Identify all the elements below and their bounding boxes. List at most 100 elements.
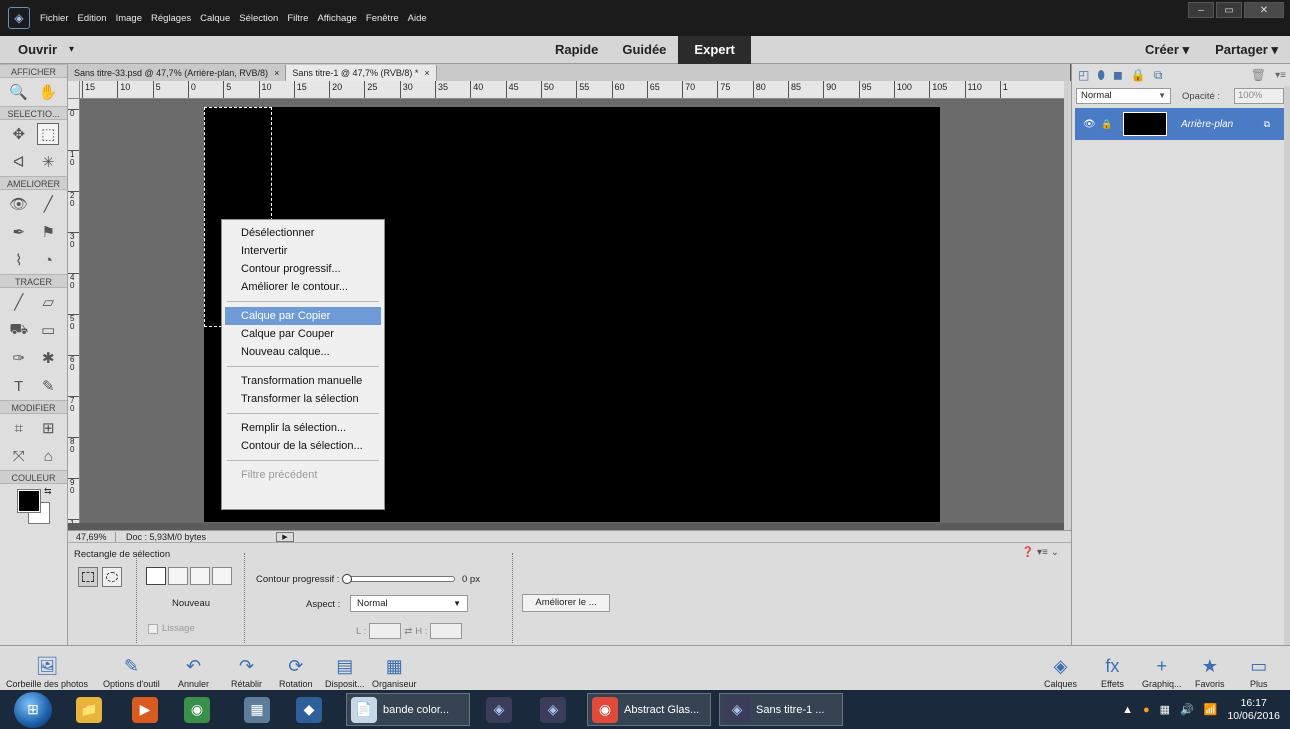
- network-icon[interactable]: ▦: [1160, 703, 1170, 716]
- straighten-tool-icon[interactable]: ⤧: [8, 445, 30, 467]
- layout-button[interactable]: ▤ Disposit...: [325, 646, 365, 691]
- show-hidden-icons-icon[interactable]: ▲: [1122, 704, 1133, 716]
- marquee-tool-icon[interactable]: ⬚: [37, 123, 60, 145]
- taskbar-sans-titre-1[interactable]: ◈ Sans titre-1 ...: [719, 693, 843, 726]
- create-button[interactable]: Créer ▾: [1145, 42, 1189, 58]
- context-menu-item[interactable]: Remplir la sélection...: [225, 419, 381, 437]
- rotate-button[interactable]: ⟳ Rotation: [279, 646, 313, 691]
- tab-rapide[interactable]: Rapide: [543, 36, 610, 64]
- blur-tool-icon[interactable]: ⌇: [8, 249, 30, 271]
- tray-app-icon[interactable]: ●: [1143, 704, 1150, 716]
- tab-expert[interactable]: Expert: [678, 36, 751, 64]
- graphics-button[interactable]: + Graphiq...: [1142, 646, 1182, 691]
- custom-shape-tool-icon[interactable]: ✱: [37, 347, 59, 369]
- smart-brush-tool-icon[interactable]: ✒: [8, 221, 30, 243]
- taskbar-calculator[interactable]: ▦: [244, 693, 276, 726]
- menu-calque[interactable]: Calque: [200, 13, 230, 24]
- layer-row-background[interactable]: 👁 🔒 Arrière-plan ⧉: [1075, 108, 1288, 140]
- close-button[interactable]: ✕: [1244, 2, 1284, 18]
- menu-filtre[interactable]: Filtre: [287, 13, 308, 24]
- menu-aide[interactable]: Aide: [408, 13, 427, 24]
- effects-button[interactable]: fx Effets: [1101, 646, 1124, 691]
- zoom-tool-icon[interactable]: 🔍: [8, 81, 30, 103]
- taskbar-explorer[interactable]: 📁: [76, 693, 108, 726]
- lasso-tool-icon[interactable]: ᐊ: [8, 151, 30, 173]
- close-tab-icon[interactable]: ×: [424, 68, 429, 78]
- height-field[interactable]: [430, 623, 463, 639]
- fill-layer-icon[interactable]: ⬮: [1097, 68, 1105, 83]
- redo-button[interactable]: ↷ Rétablir: [231, 646, 262, 691]
- swap-dimensions-icon[interactable]: ⇄: [404, 626, 412, 637]
- eyedropper-tool-icon[interactable]: ✑: [8, 347, 30, 369]
- taskbar-photoshop-elements-2[interactable]: ◈: [540, 693, 572, 726]
- new-layer-icon[interactable]: ◰: [1078, 68, 1089, 82]
- crop-tool-icon[interactable]: ⌗: [8, 417, 30, 439]
- menu-fenetre[interactable]: Fenêtre: [366, 13, 399, 24]
- context-menu-item[interactable]: Contour de la sélection...: [225, 437, 381, 455]
- photo-bin-button[interactable]: 🖼 Corbeille des photos: [6, 646, 88, 691]
- close-tab-icon[interactable]: ×: [274, 68, 279, 78]
- layer-mask-icon[interactable]: ◼: [1113, 68, 1123, 82]
- smoothing-option[interactable]: Lissage: [148, 623, 195, 634]
- clock[interactable]: 16:17 10/06/2016: [1227, 697, 1280, 723]
- ellipse-marquee-button[interactable]: [102, 567, 122, 587]
- maximize-button[interactable]: ▭: [1216, 2, 1242, 18]
- new-selection-button[interactable]: [146, 567, 166, 585]
- opacity-field[interactable]: 100%: [1234, 88, 1284, 104]
- canvas-vertical-scrollbar[interactable]: [1064, 81, 1071, 533]
- feather-slider-knob[interactable]: [342, 574, 352, 584]
- organizer-button[interactable]: ▦ Organiseur: [372, 646, 417, 691]
- panel-menu-icon[interactable]: ▾≡: [1275, 70, 1286, 81]
- menu-selection[interactable]: Sélection: [239, 13, 278, 24]
- aspect-select[interactable]: Normal ▼: [350, 595, 468, 612]
- volume-icon[interactable]: 🔊: [1180, 703, 1194, 716]
- smoothing-checkbox[interactable]: [148, 623, 158, 634]
- hand-tool-icon[interactable]: ✋: [37, 81, 59, 103]
- share-button[interactable]: Partager ▾: [1215, 42, 1278, 58]
- red-eye-tool-icon[interactable]: 👁: [8, 193, 30, 215]
- trash-icon[interactable]: 🗑: [1251, 68, 1266, 82]
- eye-icon[interactable]: 👁: [1083, 119, 1101, 130]
- move-tool-icon[interactable]: ✥: [8, 123, 30, 145]
- taskbar-media-player[interactable]: ▶: [132, 693, 164, 726]
- menu-affichage[interactable]: Affichage: [317, 13, 356, 24]
- minimize-button[interactable]: –: [1188, 2, 1214, 18]
- text-tool-icon[interactable]: T: [8, 375, 30, 397]
- foreground-color-swatch[interactable]: [17, 489, 41, 513]
- more-button[interactable]: ▭ Plus: [1250, 646, 1268, 691]
- open-button[interactable]: Ouvrir: [18, 42, 57, 57]
- layer-lock-icon[interactable]: 🔒: [1101, 119, 1123, 130]
- options-help-icons[interactable]: ❓ ▾≡ ⌄: [1022, 547, 1059, 558]
- intersect-selection-button[interactable]: [212, 567, 232, 585]
- signal-icon[interactable]: 📶: [1204, 703, 1218, 716]
- windows-start-icon[interactable]: ⊞: [14, 691, 52, 728]
- document-tab-2[interactable]: Sans titre-1 @ 47,7% (RVB/8) * ×: [286, 65, 437, 81]
- context-menu-item[interactable]: Nouveau calque...: [225, 343, 381, 361]
- menu-reglages[interactable]: Réglages: [151, 13, 191, 24]
- taskbar-bande-color[interactable]: 📄 bande color...: [346, 693, 470, 726]
- context-menu-item[interactable]: Transformer la sélection: [225, 390, 381, 408]
- menu-image[interactable]: Image: [116, 13, 142, 24]
- eraser-tool-icon[interactable]: ▱: [37, 291, 59, 313]
- taskbar-photoshop-elements-1[interactable]: ◈: [486, 693, 518, 726]
- pencil-tool-icon[interactable]: ✎: [37, 375, 59, 397]
- width-field[interactable]: [369, 623, 402, 639]
- favorites-button[interactable]: ★ Favoris: [1195, 646, 1225, 691]
- gradient-tool-icon[interactable]: ▭: [37, 319, 59, 341]
- subtract-selection-button[interactable]: [190, 567, 210, 585]
- brush-tool-icon[interactable]: ╱: [8, 291, 30, 313]
- layers-scrollbar[interactable]: [1284, 86, 1290, 645]
- lock-icon[interactable]: 🔒: [1131, 68, 1146, 82]
- blend-mode-select[interactable]: Normal ▼: [1076, 88, 1171, 104]
- layers-button[interactable]: ◈ Calques: [1044, 646, 1077, 691]
- taskbar-picasa[interactable]: ◉: [184, 693, 216, 726]
- paint-bucket-tool-icon[interactable]: ⛟: [8, 319, 30, 341]
- recompose-tool-icon[interactable]: ⊞: [37, 417, 59, 439]
- menu-fichier[interactable]: Fichier: [40, 13, 69, 24]
- menu-edition[interactable]: Edition: [78, 13, 107, 24]
- undo-button[interactable]: ↶ Annuler: [178, 646, 209, 691]
- taskbar-abstract-glass[interactable]: ◉ Abstract Glas...: [587, 693, 711, 726]
- refine-edge-button[interactable]: Améliorer le ...: [522, 594, 610, 612]
- status-menu-arrow-icon[interactable]: ▶: [276, 531, 294, 542]
- tool-options-button[interactable]: ✎ Options d'outil: [103, 646, 160, 691]
